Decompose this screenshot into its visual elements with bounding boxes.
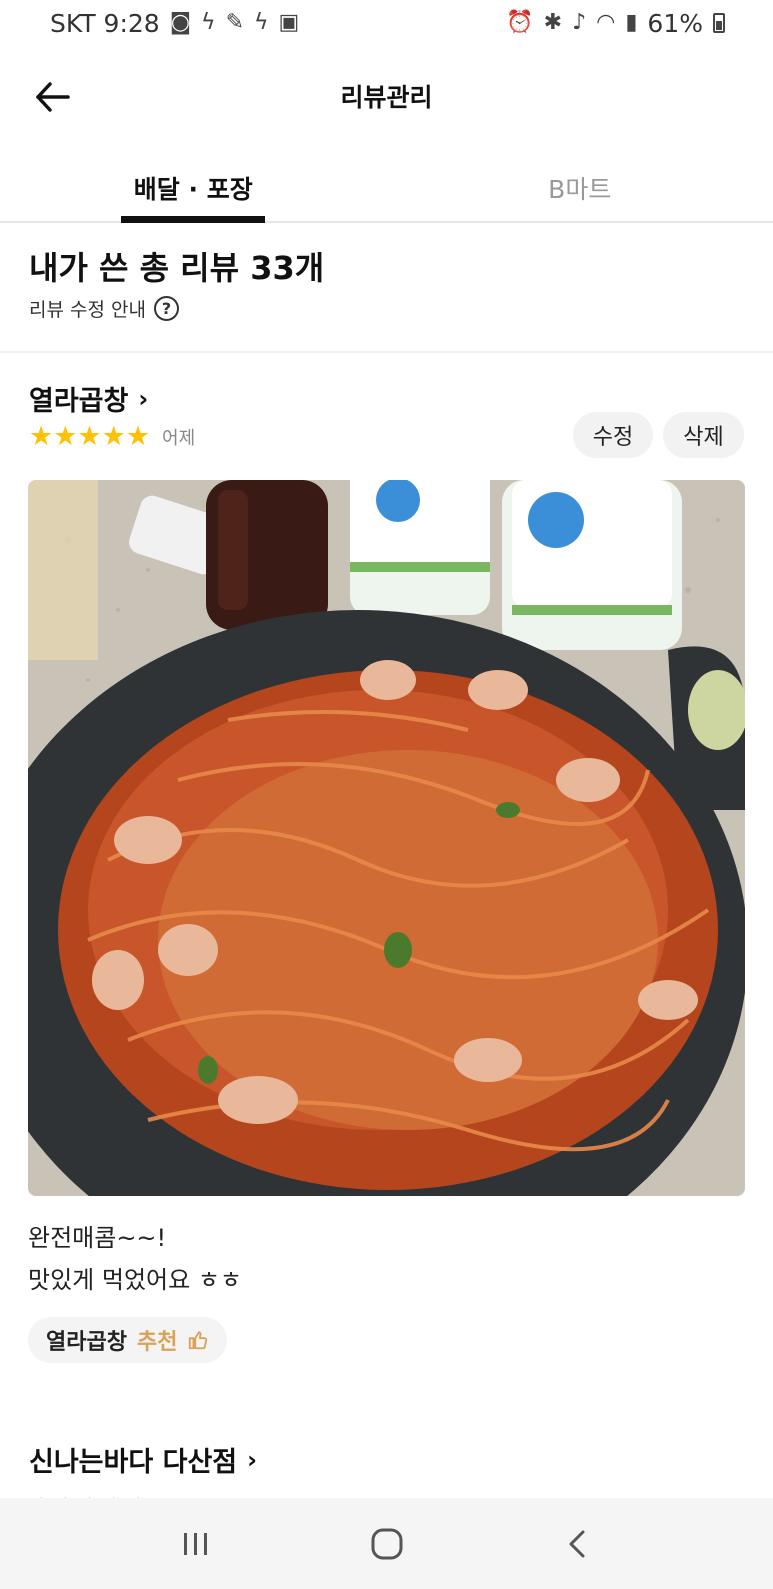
review-date: 어제: [162, 427, 196, 449]
recommend-store-name: 열라곱창: [46, 1330, 127, 1355]
next-store-link[interactable]: 신나는바다 다산점 ›: [29, 1440, 257, 1479]
status-left: SKT 9:28 ◙ ϟ ✎ ϟ ▣: [50, 9, 299, 38]
notification-icon: ϟ: [201, 10, 216, 35]
rating-line: ★★★★★ 어제: [29, 421, 195, 452]
notification-icon-2: ϟ: [254, 10, 269, 35]
back-chevron-icon: [569, 1530, 584, 1557]
recent-apps-button[interactable]: [166, 1514, 226, 1574]
star-rating: ★★★★★: [29, 421, 151, 452]
recommend-label: 추천: [136, 1330, 178, 1355]
review-text: 완전매콤~~! 맛있게 먹었어요 ㅎㅎ: [28, 1217, 242, 1301]
bluetooth-icon: ✱: [543, 10, 563, 35]
store-link[interactable]: 열라곱창 ›: [29, 379, 148, 418]
back-nav-button[interactable]: [548, 1514, 608, 1574]
food-photo-illustration: [28, 480, 745, 1196]
edit-guide-link[interactable]: 리뷰 수정 안내 ?: [29, 295, 179, 322]
recommend-chip: 열라곱창 추천: [28, 1317, 228, 1363]
status-right: ⏰ ✱ ♪ ◠ ▮ 61%: [506, 9, 725, 38]
tab-delivery-pickup[interactable]: 배달 · 포장: [0, 150, 387, 223]
edit-button[interactable]: 수정: [573, 412, 653, 458]
mute-icon: ♪: [572, 10, 587, 35]
gallery-icon: ▣: [278, 10, 300, 35]
alarm-icon: ⏰: [506, 10, 534, 35]
system-nav-bar: [0, 1498, 773, 1589]
clock-app-icon: ◙: [169, 10, 192, 35]
battery-icon: [713, 13, 725, 33]
next-review-card: 신나는바다 다산점 › ★★★★★: [0, 1440, 773, 1524]
review-summary: 내가 쓴 총 리뷰 33개 리뷰 수정 안내 ?: [0, 223, 773, 353]
store-name: 열라곱창: [29, 386, 129, 417]
thumbs-up-icon: [189, 1331, 208, 1350]
edit-guide-label: 리뷰 수정 안내: [29, 299, 146, 321]
review-text-line-2: 맛있게 먹었어요 ㅎㅎ: [28, 1266, 242, 1294]
wifi-icon: ◠: [596, 10, 616, 35]
delete-button[interactable]: 삭제: [663, 412, 744, 458]
home-button[interactable]: [357, 1514, 417, 1574]
page-title: 리뷰관리: [340, 83, 433, 112]
signal-icon: ▮: [625, 10, 638, 35]
app-header: 리뷰관리: [0, 58, 773, 134]
chevron-right-icon: ›: [247, 1445, 258, 1474]
chevron-right-icon: ›: [138, 384, 149, 413]
status-bar: SKT 9:28 ◙ ϟ ✎ ϟ ▣ ⏰ ✱ ♪ ◠ ▮ 61%: [0, 0, 773, 46]
next-store-name: 신나는바다 다산점: [29, 1447, 238, 1478]
battery-percent: 61%: [647, 8, 703, 38]
carrier-time: SKT 9:28: [50, 8, 160, 38]
home-icon: [371, 1528, 402, 1559]
edit-notification-icon: ✎: [225, 10, 244, 35]
tab-bar: 배달 · 포장 B마트: [0, 150, 773, 223]
review-photo[interactable]: [28, 480, 745, 1196]
help-icon: ?: [153, 296, 179, 321]
total-reviews-title: 내가 쓴 총 리뷰 33개: [29, 249, 325, 287]
tab-bmart[interactable]: B마트: [387, 150, 773, 221]
review-text-line-1: 완전매콤~~!: [28, 1224, 167, 1252]
recent-apps-icon: [183, 1532, 207, 1555]
